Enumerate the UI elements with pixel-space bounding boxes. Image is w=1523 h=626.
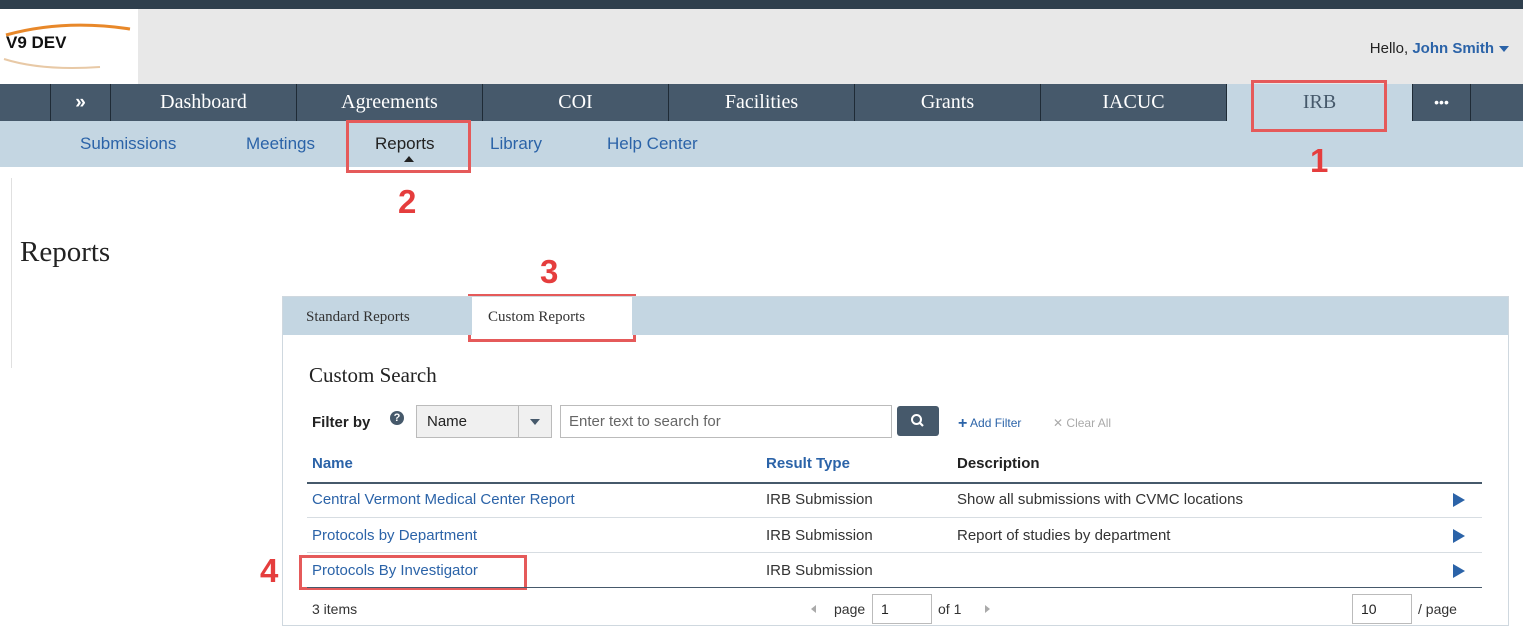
- page-label: page: [834, 601, 866, 617]
- report-description: Report of studies by department: [957, 527, 1171, 544]
- annotation-number-4: 4: [260, 552, 279, 589]
- subnav-item-help-center[interactable]: Help Center: [607, 134, 698, 154]
- logo-text: V9 DEV: [6, 33, 67, 52]
- run-report-icon[interactable]: [1453, 564, 1465, 578]
- app-logo[interactable]: V9 DEV: [0, 9, 138, 84]
- clear-all-label: Clear All: [1066, 416, 1112, 430]
- tab-bar: [283, 297, 1508, 335]
- annotation-number-3: 3: [540, 253, 559, 290]
- report-description: Show all submissions with CVMC locations: [957, 491, 1243, 508]
- nav-item-grants[interactable]: Grants: [854, 84, 1040, 121]
- help-icon[interactable]: ?: [390, 411, 404, 425]
- report-result-type: IRB Submission: [766, 527, 873, 544]
- filter-field-value: Name: [427, 413, 468, 430]
- report-name-link[interactable]: Central Vermont Medical Center Report: [312, 491, 575, 508]
- section-title: Custom Search: [309, 363, 437, 387]
- ellipsis-icon: •••: [1434, 94, 1449, 110]
- logo-underline-icon: [3, 58, 101, 69]
- run-report-icon[interactable]: [1453, 529, 1465, 543]
- item-count: 3 items: [312, 601, 358, 617]
- top-accent-bar: [0, 0, 1523, 9]
- header-divider: [307, 482, 1482, 484]
- annotation-box-1: [1251, 80, 1387, 132]
- report-name-link[interactable]: Protocols by Department: [312, 527, 477, 544]
- plus-icon: +: [958, 415, 968, 432]
- nav-item-agreements[interactable]: Agreements: [296, 84, 482, 121]
- content-divider: [11, 178, 12, 368]
- row-divider: [307, 552, 1482, 553]
- more-nav-button[interactable]: •••: [1412, 84, 1470, 121]
- annotation-box-2: [346, 120, 471, 173]
- clear-all-button[interactable]: ✕ Clear All: [1053, 416, 1111, 430]
- per-page-label: / page: [1418, 601, 1457, 617]
- nav-item-dashboard[interactable]: Dashboard: [110, 84, 296, 121]
- page-number-input[interactable]: 1: [872, 594, 932, 624]
- nav-item-facilities[interactable]: Facilities: [668, 84, 854, 121]
- chevron-down-icon[interactable]: [1499, 46, 1509, 53]
- search-icon: [911, 414, 924, 427]
- next-page-icon[interactable]: [985, 605, 990, 613]
- expand-nav-button[interactable]: »: [50, 84, 110, 121]
- run-report-icon[interactable]: [1453, 493, 1465, 507]
- nav-item-iacuc[interactable]: IACUC: [1040, 84, 1226, 121]
- tab-standard-reports[interactable]: Standard Reports: [306, 297, 446, 335]
- subnav-item-submissions[interactable]: Submissions: [80, 134, 176, 154]
- column-header-result-type[interactable]: Result Type: [766, 455, 850, 472]
- report-name-link[interactable]: Protocols By Investigator: [312, 562, 478, 579]
- app-header: [0, 9, 1523, 84]
- search-input[interactable]: [560, 405, 892, 438]
- double-chevron-right-icon: »: [75, 92, 86, 113]
- chevron-down-icon: [530, 419, 540, 425]
- close-icon: ✕: [1053, 416, 1064, 430]
- table-bottom-divider: [307, 587, 1482, 588]
- report-result-type: IRB Submission: [766, 562, 873, 579]
- column-header-description: Description: [957, 455, 1040, 472]
- column-header-name[interactable]: Name: [312, 455, 353, 472]
- annotation-number-2: 2: [398, 183, 417, 220]
- subnav-item-library[interactable]: Library: [490, 134, 542, 154]
- filter-label: Filter by: [312, 414, 371, 431]
- nav-spacer: [1470, 84, 1523, 121]
- previous-page-icon[interactable]: [811, 605, 816, 613]
- page-title: Reports: [20, 236, 111, 268]
- page-total: of 1: [938, 601, 962, 617]
- user-greeting: Hello, John Smith: [1370, 40, 1509, 57]
- nav-item-coi[interactable]: COI: [482, 84, 668, 121]
- user-menu[interactable]: John Smith: [1412, 40, 1494, 57]
- dropdown-toggle[interactable]: [518, 406, 551, 437]
- page-size-input[interactable]: 10: [1352, 594, 1412, 624]
- annotation-number-1: 1: [1310, 142, 1329, 179]
- subnav-item-meetings[interactable]: Meetings: [246, 134, 315, 154]
- search-button[interactable]: [897, 406, 939, 436]
- greeting-text: Hello,: [1369, 40, 1409, 57]
- tab-custom-reports[interactable]: Custom Reports: [472, 297, 632, 335]
- row-divider: [307, 517, 1482, 518]
- filter-field-select[interactable]: Name: [416, 405, 552, 438]
- add-filter-button[interactable]: + Add Filter: [958, 415, 1021, 433]
- report-result-type: IRB Submission: [766, 491, 873, 508]
- add-filter-label: Add Filter: [970, 416, 1022, 431]
